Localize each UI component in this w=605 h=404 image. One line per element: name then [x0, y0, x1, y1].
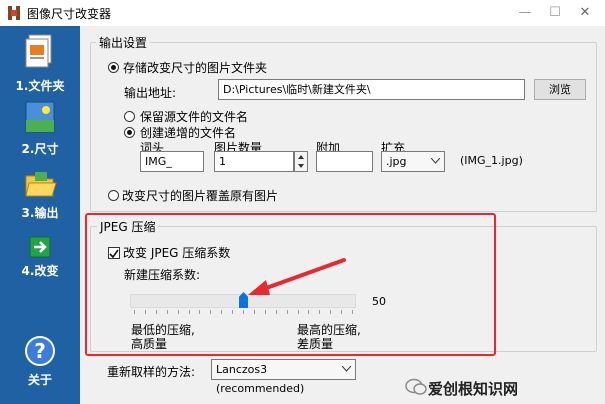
- output-path-input[interactable]: D:\Pictures\临时\新建文件夹\: [218, 79, 525, 100]
- overwrite-radio[interactable]: [108, 190, 119, 201]
- window-title: 图像尺寸改变器: [27, 7, 112, 21]
- example-filename: (IMG_1.jpg): [460, 154, 523, 167]
- sidebar-item-change[interactable]: 4.改变: [0, 236, 80, 279]
- landscape-image-icon: [25, 101, 55, 133]
- sidebar-item-label: 1.文件夹: [15, 79, 65, 93]
- prefix-input[interactable]: IMG_: [140, 151, 204, 172]
- sidebar-item-folder[interactable]: 1.文件夹: [0, 33, 80, 94]
- store-resized-radio[interactable]: [108, 62, 119, 73]
- folder-document-icon: [25, 34, 52, 68]
- wechat-icon: [405, 378, 427, 395]
- resample-select[interactable]: Lanczos3 (recommended): [211, 359, 356, 395]
- keep-name-label: 保留源文件的文件名: [140, 110, 249, 124]
- close-button[interactable]: ✕: [570, 2, 600, 24]
- count-input[interactable]: 1: [214, 151, 294, 172]
- minimize-button[interactable]: —: [510, 2, 540, 24]
- stepper-arrows-icon: [298, 155, 304, 168]
- sidebar-item-label: 关于: [27, 373, 52, 387]
- title-bar: 图像尺寸改变器 — ☐ ✕: [0, 0, 605, 26]
- annotation-arrow-icon: [248, 258, 346, 295]
- app-icon: [8, 6, 20, 20]
- incremental-name-radio[interactable]: [124, 127, 135, 138]
- overwrite-label: 改变尺寸的图片覆盖原有图片: [122, 189, 279, 203]
- sidebar-item-label: 3.输出: [21, 206, 59, 220]
- maximize-button[interactable]: ☐: [540, 2, 570, 24]
- chevron-down-icon: [342, 366, 351, 372]
- chevron-down-icon: [431, 158, 440, 164]
- green-arrow-icon: [29, 236, 51, 258]
- suffix-input[interactable]: [316, 151, 373, 172]
- sidebar-item-label: 2.尺寸: [21, 142, 59, 156]
- sidebar-item-about[interactable]: ? 关于: [0, 335, 80, 388]
- count-stepper[interactable]: [294, 151, 308, 172]
- watermark-text: 爱创根知识网: [428, 380, 519, 398]
- output-settings-legend: 输出设置: [96, 34, 151, 51]
- sidebar-item-output[interactable]: 3.输出: [0, 170, 80, 221]
- sidebar-item-label: 4.改变: [21, 264, 59, 278]
- open-folder-icon: [25, 172, 57, 197]
- svg-text:?: ?: [34, 339, 46, 363]
- resample-label: 重新取样的方法:: [107, 365, 196, 379]
- help-icon: ?: [25, 336, 55, 366]
- keep-name-radio[interactable]: [124, 111, 135, 122]
- browse-button[interactable]: 浏览: [534, 79, 586, 100]
- resample-select-value: Lanczos3 (recommended): [216, 363, 305, 395]
- store-resized-label: 存储改变尺寸的图片文件夹: [123, 61, 268, 75]
- output-path-label: 输出地址:: [124, 86, 177, 100]
- extension-select[interactable]: .jpg: [381, 151, 445, 172]
- sidebar-item-size[interactable]: 2.尺寸: [0, 100, 80, 157]
- extension-select-value: .jpg: [386, 155, 407, 168]
